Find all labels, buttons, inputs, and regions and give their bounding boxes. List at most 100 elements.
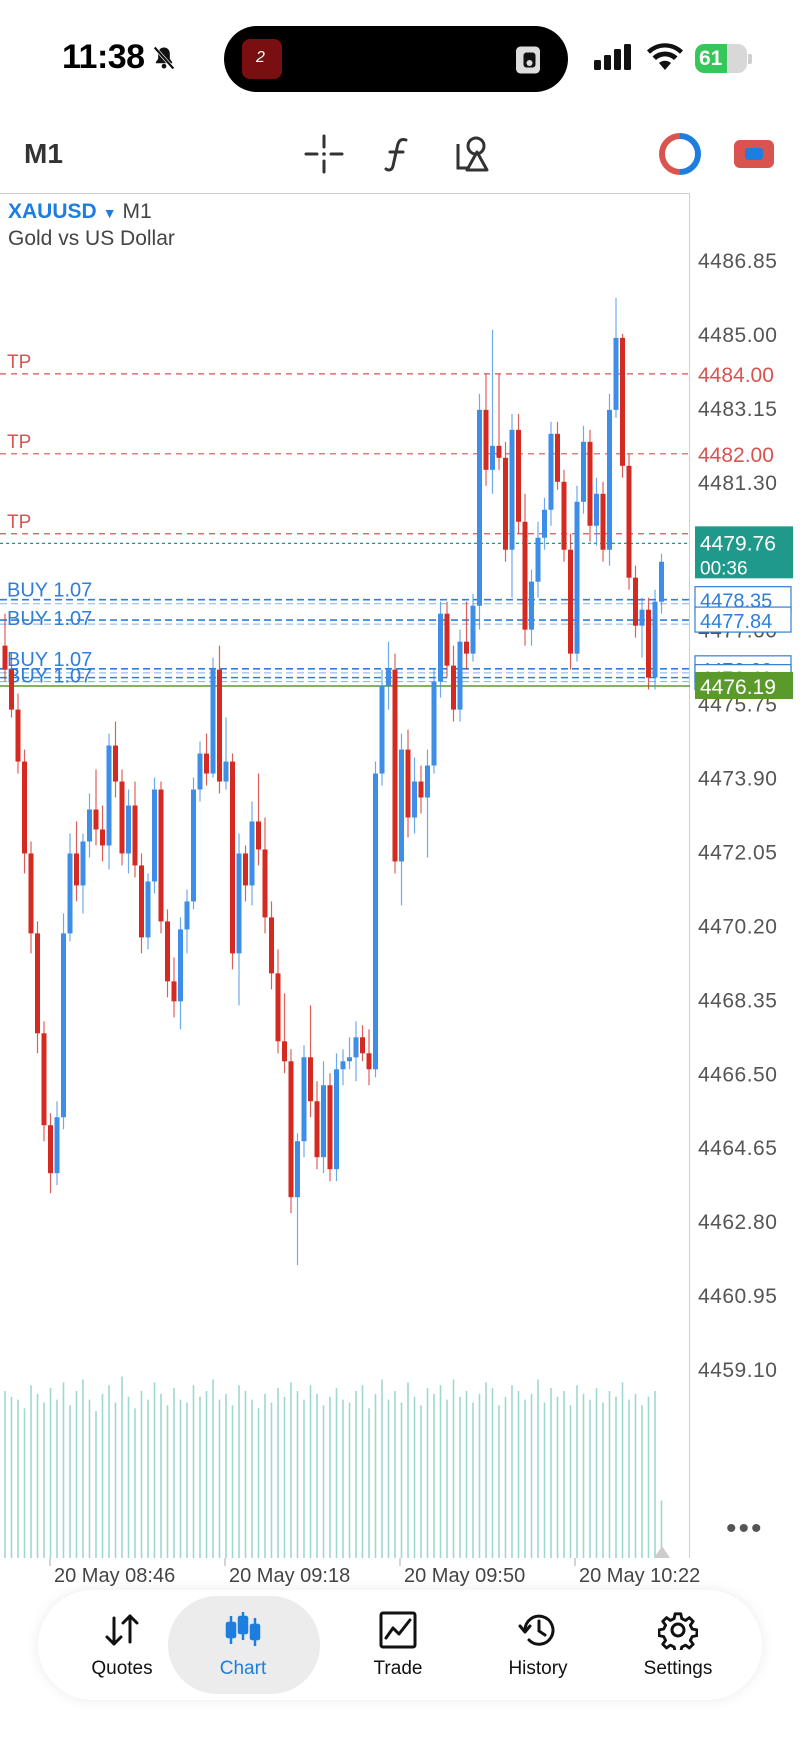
candle-body xyxy=(282,1041,287,1062)
candle-body xyxy=(9,669,14,710)
order-line-label: BUY 1.07 xyxy=(7,666,92,688)
candle-body xyxy=(548,433,554,510)
bid-price-label: 4479.76 xyxy=(700,532,776,555)
candle-body xyxy=(2,645,8,670)
x-tick-label: 20 May 09:50 xyxy=(404,1565,525,1587)
history-clock-icon xyxy=(518,1614,555,1646)
quotes-arrows-icon xyxy=(105,1614,139,1646)
candle-body xyxy=(496,445,502,458)
y-tick-label: 4485.00 xyxy=(698,324,777,347)
candle-body xyxy=(360,1037,365,1054)
candle-body xyxy=(405,749,411,818)
y-tick-label: 4464.65 xyxy=(698,1137,777,1160)
symbol-header[interactable]: XAUUSD ▼ M1 xyxy=(8,200,152,224)
candle-body xyxy=(600,493,606,550)
candle-body xyxy=(620,337,625,466)
candle-body xyxy=(347,1057,352,1062)
nav-settings[interactable]: Settings xyxy=(608,1590,748,1700)
y-tick-label: 4462.80 xyxy=(698,1211,777,1234)
candle-body xyxy=(67,853,73,934)
order-price-label: 4477.84 xyxy=(700,611,772,633)
y-tick-label: 4481.30 xyxy=(698,472,777,495)
candle-body xyxy=(80,841,86,886)
candle-body xyxy=(529,581,534,630)
x-tick-label: 20 May 09:18 xyxy=(229,1565,350,1587)
candle-body xyxy=(626,465,632,578)
x-tick-label: 20 May 08:46 xyxy=(54,1565,175,1587)
x-tick-label: 20 May 10:22 xyxy=(579,1565,700,1587)
candle-body xyxy=(425,765,430,798)
candle-body xyxy=(477,409,482,606)
tp-price-label: 4484.00 xyxy=(698,364,774,387)
candle-body xyxy=(191,789,196,902)
trade-chart-icon xyxy=(379,1611,417,1649)
candle-body xyxy=(93,809,99,830)
candle-body xyxy=(483,409,489,470)
candle-body xyxy=(470,605,476,654)
more-options-icon[interactable]: ••• xyxy=(726,1512,764,1546)
y-tick-label: 4483.15 xyxy=(698,398,777,421)
candle-body xyxy=(178,929,183,1002)
candle-body xyxy=(503,457,508,550)
candle-body xyxy=(217,669,222,782)
candle-body xyxy=(522,521,528,630)
candle-body xyxy=(158,789,164,922)
candle-body xyxy=(308,1057,313,1102)
candle-body xyxy=(243,853,248,886)
nav-trade-label: Trade xyxy=(373,1658,423,1679)
candle-body xyxy=(392,669,398,862)
candle-body xyxy=(22,761,27,854)
tp-line-label: TP xyxy=(7,352,31,373)
nav-settings-label: Settings xyxy=(643,1658,713,1679)
symbol-timeframe: M1 xyxy=(122,200,152,223)
nav-history-label: History xyxy=(508,1658,568,1679)
candle-body xyxy=(15,709,21,762)
candle-body xyxy=(54,1117,60,1174)
settings-gear-icon xyxy=(658,1612,698,1650)
candle-body xyxy=(87,809,92,842)
candle-body xyxy=(659,561,664,602)
y-tick-label: 4466.50 xyxy=(698,1063,777,1086)
candle-body xyxy=(236,853,242,954)
candle-body xyxy=(399,749,404,862)
candle-body xyxy=(412,781,417,818)
candle-body xyxy=(152,789,157,882)
nav-history[interactable]: History xyxy=(468,1590,608,1700)
candle-body xyxy=(171,981,177,1002)
symbol-description: Gold vs US Dollar xyxy=(8,227,175,250)
symbol-name[interactable]: XAUUSD xyxy=(8,200,97,223)
candle-body xyxy=(561,481,567,550)
candle-body xyxy=(35,933,40,1034)
y-tick-label: 4486.85 xyxy=(698,250,777,273)
candle-body xyxy=(314,1101,320,1158)
candle-body xyxy=(48,1125,53,1174)
symbol-dropdown-icon[interactable]: ▼ xyxy=(103,205,117,221)
candle-body xyxy=(574,501,580,654)
candle-body xyxy=(444,613,450,666)
candle-body xyxy=(379,685,385,774)
candle-body xyxy=(210,669,216,774)
candle-body xyxy=(438,613,443,682)
candle-body xyxy=(230,761,235,954)
bottom-navigation: Quotes Chart Trade History Settings xyxy=(38,1590,762,1700)
candle-body xyxy=(418,781,424,798)
tp-line-label: TP xyxy=(7,432,31,453)
y-tick-label: 4470.20 xyxy=(698,915,777,938)
candle-body xyxy=(542,509,547,538)
candle-body xyxy=(535,537,541,582)
nav-chart[interactable]: Chart xyxy=(168,1590,320,1700)
candle-body xyxy=(269,917,274,974)
candle-body xyxy=(119,781,125,854)
candle-body xyxy=(613,337,619,410)
nav-trade[interactable]: Trade xyxy=(328,1590,468,1700)
candle-body xyxy=(223,761,229,782)
y-tick-label: 4473.90 xyxy=(698,768,777,791)
candle-body xyxy=(594,493,599,526)
candle-body xyxy=(386,669,391,686)
candle-body xyxy=(340,1061,346,1070)
candle-body xyxy=(568,549,573,654)
candle-body xyxy=(61,933,66,1118)
candle-body xyxy=(555,433,560,482)
price-chart: 4486.854485.004483.154481.304479.454477.… xyxy=(0,250,793,1587)
y-tick-label: 4460.95 xyxy=(698,1285,777,1308)
